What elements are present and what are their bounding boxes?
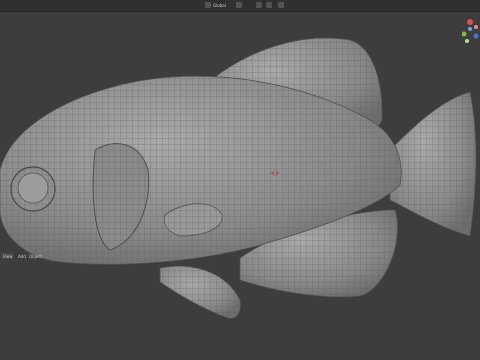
fish-mesh [0, 37, 477, 319]
3d-viewport[interactable]: Global View Add Object [0, 0, 480, 360]
viewport-header: Global [0, 0, 480, 12]
proportional-edit-icon[interactable] [278, 2, 284, 8]
menu-add[interactable]: Add [18, 254, 26, 259]
menu-object[interactable]: Object [29, 254, 42, 259]
menu-view[interactable]: View [3, 254, 13, 259]
orientation-icon[interactable] [205, 2, 211, 8]
navigation-gizmo[interactable] [462, 14, 480, 44]
snap-target-icon[interactable] [266, 2, 272, 8]
transform-orientation-select[interactable]: Global [213, 3, 226, 8]
snap-icon[interactable] [256, 2, 262, 8]
pivot-icon[interactable] [236, 2, 242, 8]
